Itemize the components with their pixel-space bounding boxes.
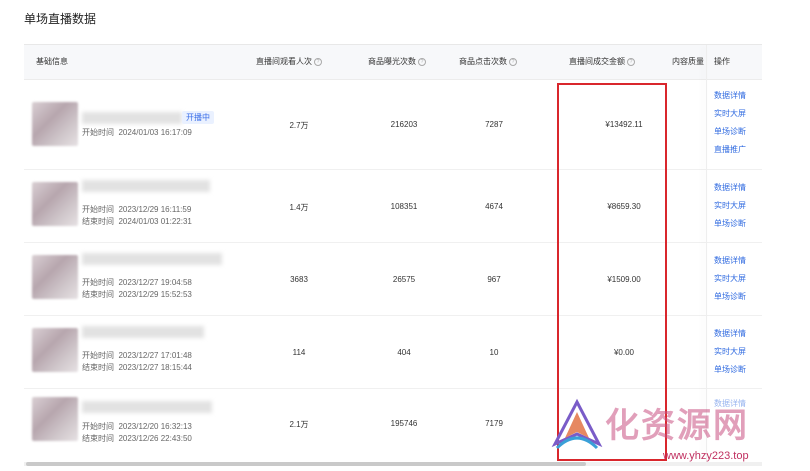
row-actions: 数据详情 实时大屏 单场诊断 bbox=[714, 252, 746, 306]
watermark-text: 化资源网 bbox=[605, 406, 749, 446]
gmv-value: ¥0.00 bbox=[613, 348, 635, 357]
viewers-value: 3683 bbox=[290, 275, 308, 284]
gmv-value: ¥8659.30 bbox=[607, 202, 641, 211]
data-detail-link[interactable]: 数据详情 bbox=[714, 179, 746, 197]
live-screen-link[interactable]: 实时大屏 bbox=[714, 270, 746, 288]
end-time: 结束时间 2024/01/03 01:22:31 bbox=[82, 217, 192, 226]
diagnosis-link[interactable]: 单场诊断 bbox=[714, 361, 746, 379]
row-actions: 数据详情 实时大屏 单场诊断 bbox=[714, 179, 746, 233]
diagnosis-link[interactable]: 单场诊断 bbox=[714, 215, 746, 233]
help-icon[interactable]: ? bbox=[418, 57, 426, 66]
col-basic-info: 基础信息 bbox=[36, 57, 68, 66]
table-row: 开始时间 2023/12/27 17:01:48 结束时间 2023/12/27… bbox=[24, 316, 762, 389]
end-time: 结束时间 2023/12/29 15:52:53 bbox=[82, 290, 192, 299]
start-time: 开始时间 2023/12/27 19:04:58 bbox=[82, 278, 192, 287]
clicks-value: 7287 bbox=[485, 120, 503, 129]
col-ops: 操作 bbox=[714, 57, 730, 66]
col-clicks: 商品点击次数? bbox=[459, 45, 517, 79]
end-time: 结束时间 2023/12/26 22:43:50 bbox=[82, 434, 192, 443]
viewers-value: 1.4万 bbox=[289, 203, 309, 212]
watermark: 化资源网 www.yhzy223.top bbox=[545, 392, 810, 470]
clicks-value: 10 bbox=[489, 348, 499, 357]
room-name-blurred bbox=[82, 253, 222, 265]
table-row: 开始时间 2023/12/29 16:11:59 结束时间 2024/01/03… bbox=[24, 170, 762, 243]
room-name-blurred bbox=[82, 326, 204, 338]
row-actions: 数据详情 实时大屏 单场诊断 直播推广 bbox=[714, 87, 746, 159]
watermark-logo-icon bbox=[551, 398, 603, 450]
live-screen-link[interactable]: 实时大屏 bbox=[714, 343, 746, 361]
end-time: 结束时间 2023/12/27 18:15:44 bbox=[82, 363, 192, 372]
room-name-blurred bbox=[82, 401, 212, 413]
col-gmv: 直播间成交金额? bbox=[569, 45, 635, 79]
avatar bbox=[32, 328, 78, 372]
clicks-value: 4674 bbox=[485, 202, 503, 211]
col-exposure: 商品曝光次数? bbox=[368, 45, 426, 79]
viewers-value: 114 bbox=[292, 348, 306, 357]
gmv-value: ¥13492.11 bbox=[605, 120, 643, 129]
scrollbar-thumb[interactable] bbox=[26, 462, 586, 466]
table-header: 基础信息 直播间观看人次? 商品曝光次数? 商品点击次数? 直播间成交金额? 内… bbox=[24, 45, 762, 80]
exposure-value: 195746 bbox=[390, 419, 418, 428]
start-time: 开始时间 2023/12/27 17:01:48 bbox=[82, 351, 192, 360]
exposure-value: 26575 bbox=[392, 275, 416, 284]
viewers-value: 2.7万 bbox=[289, 121, 309, 130]
avatar bbox=[32, 102, 78, 146]
promote-link[interactable]: 直播推广 bbox=[714, 141, 746, 159]
viewers-value: 2.1万 bbox=[289, 420, 309, 429]
data-detail-link[interactable]: 数据详情 bbox=[714, 325, 746, 343]
start-time: 开始时间 2024/01/03 16:17:09 bbox=[82, 128, 192, 137]
room-name-blurred bbox=[82, 180, 210, 192]
avatar bbox=[32, 182, 78, 226]
help-icon[interactable]: ? bbox=[509, 57, 517, 66]
avatar bbox=[32, 397, 78, 441]
live-screen-link[interactable]: 实时大屏 bbox=[714, 105, 746, 123]
help-icon[interactable]: ? bbox=[314, 57, 322, 66]
help-icon[interactable]: ? bbox=[627, 57, 635, 66]
col-viewers: 直播间观看人次? bbox=[256, 45, 322, 79]
col-quality: 内容质量 bbox=[672, 57, 704, 66]
avatar bbox=[32, 255, 78, 299]
data-detail-link[interactable]: 数据详情 bbox=[714, 87, 746, 105]
exposure-value: 404 bbox=[397, 348, 411, 357]
table-row: 开始时间 2023/12/27 19:04:58 结束时间 2023/12/29… bbox=[24, 243, 762, 316]
room-name-blurred bbox=[82, 112, 182, 124]
page-title: 单场直播数据 bbox=[24, 12, 97, 26]
table-row: 开播中 开始时间 2024/01/03 16:17:09 2.7万 216203… bbox=[24, 80, 762, 170]
start-time: 开始时间 2023/12/29 16:11:59 bbox=[82, 205, 192, 214]
exposure-value: 216203 bbox=[390, 120, 418, 129]
diagnosis-link[interactable]: 单场诊断 bbox=[714, 123, 746, 141]
watermark-url: www.yhzy223.top bbox=[663, 450, 749, 462]
exposure-value: 108351 bbox=[390, 202, 418, 211]
status-badge: 开播中 bbox=[182, 111, 214, 124]
gmv-value: ¥1509.00 bbox=[607, 275, 641, 284]
start-time: 开始时间 2023/12/20 16:32:13 bbox=[82, 422, 192, 431]
data-detail-link[interactable]: 数据详情 bbox=[714, 252, 746, 270]
clicks-value: 967 bbox=[487, 275, 501, 284]
live-screen-link[interactable]: 实时大屏 bbox=[714, 197, 746, 215]
clicks-value: 7179 bbox=[485, 419, 503, 428]
diagnosis-link[interactable]: 单场诊断 bbox=[714, 288, 746, 306]
row-actions: 数据详情 实时大屏 单场诊断 bbox=[714, 325, 746, 379]
